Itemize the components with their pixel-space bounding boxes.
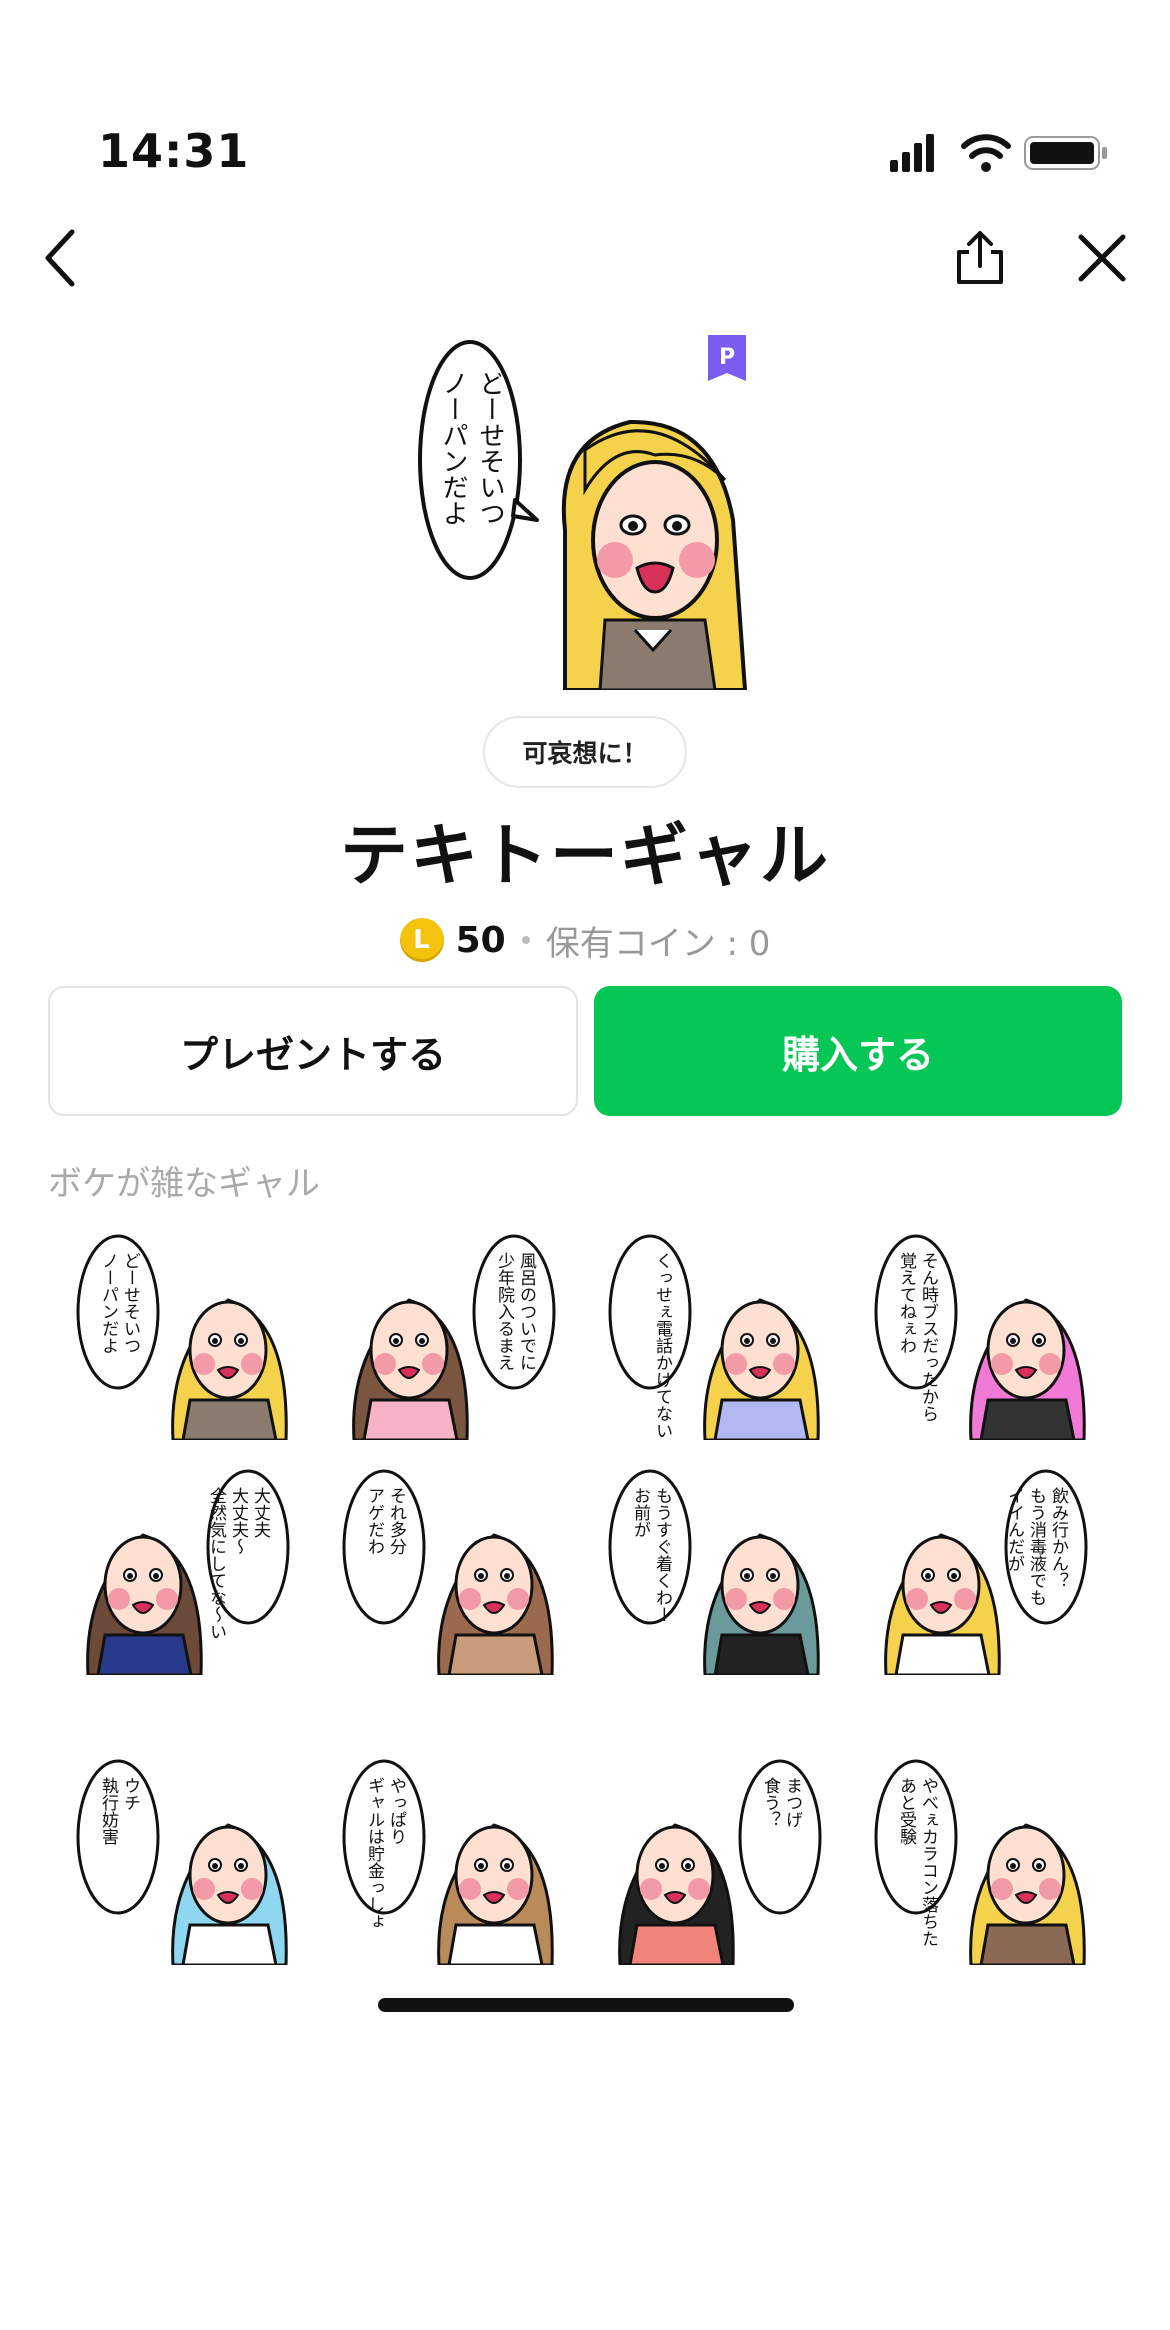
svg-text:ノーパンだよ: ノーパンだよ <box>438 370 468 526</box>
sticker-thumbnail[interactable]: くっせぇ電話かけてないっ？ <box>600 1230 840 1440</box>
sticker-bubble-text: 飲み行かん？ <box>1048 1487 1069 1589</box>
sticker-bubble-text: アゲだわ <box>364 1487 384 1555</box>
sticker-thumbnail[interactable]: まつげ食う？ <box>600 1755 840 1965</box>
sticker-bubble-text: それ多分 <box>386 1487 407 1555</box>
sticker-thumbnail[interactable]: そん時ブスだったから覚えてねぇわ <box>866 1230 1106 1440</box>
sticker-bubble-text: 少年院入るまえ <box>494 1252 515 1371</box>
sticker-bubble-text: もうすぐ着くわー <box>652 1487 673 1623</box>
speech-bubble <box>418 340 522 580</box>
home-indicator <box>378 1998 794 2012</box>
sticker-bubble-text: どーせそいつ <box>120 1252 141 1354</box>
close-button[interactable] <box>1072 228 1132 288</box>
sticker-thumbnail[interactable]: やべぇカラコン落ちたあと受験 <box>866 1755 1106 1965</box>
sticker-bubble-text: くっせぇ電話かけてないっ？ <box>652 1252 673 1440</box>
sticker-bubble-text: ノーパンだよ <box>98 1252 118 1354</box>
premium-badge-icon: P <box>708 335 746 381</box>
sticker-bubble-text: お前が <box>630 1487 651 1538</box>
sticker-bubble-text: あと受験 <box>896 1777 917 1845</box>
catchphrase-badge: 可哀想に！ <box>483 716 687 788</box>
sticker-bubble-text: そん時ブスだったから <box>918 1252 938 1422</box>
nav-bar <box>0 200 1170 310</box>
buy-button[interactable]: 購入する <box>594 986 1122 1116</box>
cellular-signal-icon <box>890 134 934 172</box>
svg-text:P: P <box>719 345 735 370</box>
hero-sticker-image: どーせそいつ ノーパンだよ <box>418 340 748 690</box>
sticker-thumbnail[interactable]: 風呂のついでに少年院入るまえ <box>334 1230 574 1440</box>
owned-coins: 保有コイン : 0 <box>545 923 771 964</box>
close-icon <box>1078 234 1126 282</box>
hero-bubble-text: どーせそいつ <box>475 370 505 526</box>
sticker-bubble-text: 大丈夫 <box>250 1487 271 1538</box>
sticker-set-title: テキトーギャル <box>339 817 830 896</box>
sticker-bubble-text: 食う？ <box>760 1777 781 1828</box>
sticker-thumbnail[interactable]: どーせそいつノーパンだよ <box>68 1230 308 1440</box>
status-time: 14:31 <box>98 124 250 178</box>
separator-dot <box>521 936 530 944</box>
sticker-thumbnail[interactable]: もうすぐ着くわーお前が <box>600 1465 840 1675</box>
sticker-thumbnail[interactable]: やっぱりギャルは貯金っしょ <box>334 1755 574 1965</box>
sticker-bubble-text: ウチ <box>120 1777 140 1811</box>
sticker-thumbnail[interactable]: ウチ執行妨害 <box>68 1755 308 1965</box>
share-icon <box>957 231 1003 284</box>
status-icons <box>890 134 1107 172</box>
back-button[interactable] <box>30 228 90 288</box>
sticker-thumbnail[interactable]: それ多分アゲだわ <box>334 1465 574 1675</box>
sticker-bubble-text: イイんだが <box>1004 1487 1024 1572</box>
wifi-icon <box>961 134 1011 172</box>
price-row: L 50 保有コイン : 0 <box>0 912 1170 968</box>
status-bar: 14:31 <box>0 0 1170 200</box>
sticker-bubble-text: 風呂のついでに <box>516 1252 537 1371</box>
price-amount: 50 <box>455 919 506 961</box>
sticker-bubble-text: やっぱり <box>386 1777 406 1845</box>
sticker-bubble-text: 覚えてねぇわ <box>896 1252 917 1354</box>
sticker-bubble-text: まつげ <box>782 1777 802 1828</box>
sticker-bubble-text: やべぇカラコン落ちた <box>918 1777 939 1947</box>
sticker-bubble-text: ギャルは貯金っしょ <box>364 1777 385 1930</box>
sticker-bubble-text: 全然気にしてな〜い <box>206 1487 227 1640</box>
set-caption: ボケが雑なギャル <box>48 1164 320 1204</box>
sticker-thumbnail[interactable]: 大丈夫大丈夫〜全然気にしてな〜い <box>68 1465 308 1675</box>
battery-icon <box>1024 136 1107 170</box>
share-button[interactable] <box>950 228 1010 288</box>
sticker-thumbnail[interactable]: 飲み行かん？もう消毒液でもイイんだが <box>866 1465 1106 1675</box>
line-coin-icon: L <box>399 918 444 962</box>
sticker-bubble-text: 執行妨害 <box>98 1777 119 1845</box>
present-button[interactable]: プレゼントする <box>48 986 578 1116</box>
sticker-bubble-text: もう消毒液でも <box>1026 1487 1047 1606</box>
back-icon <box>45 229 75 287</box>
sticker-bubble-text: 大丈夫〜 <box>228 1487 249 1555</box>
